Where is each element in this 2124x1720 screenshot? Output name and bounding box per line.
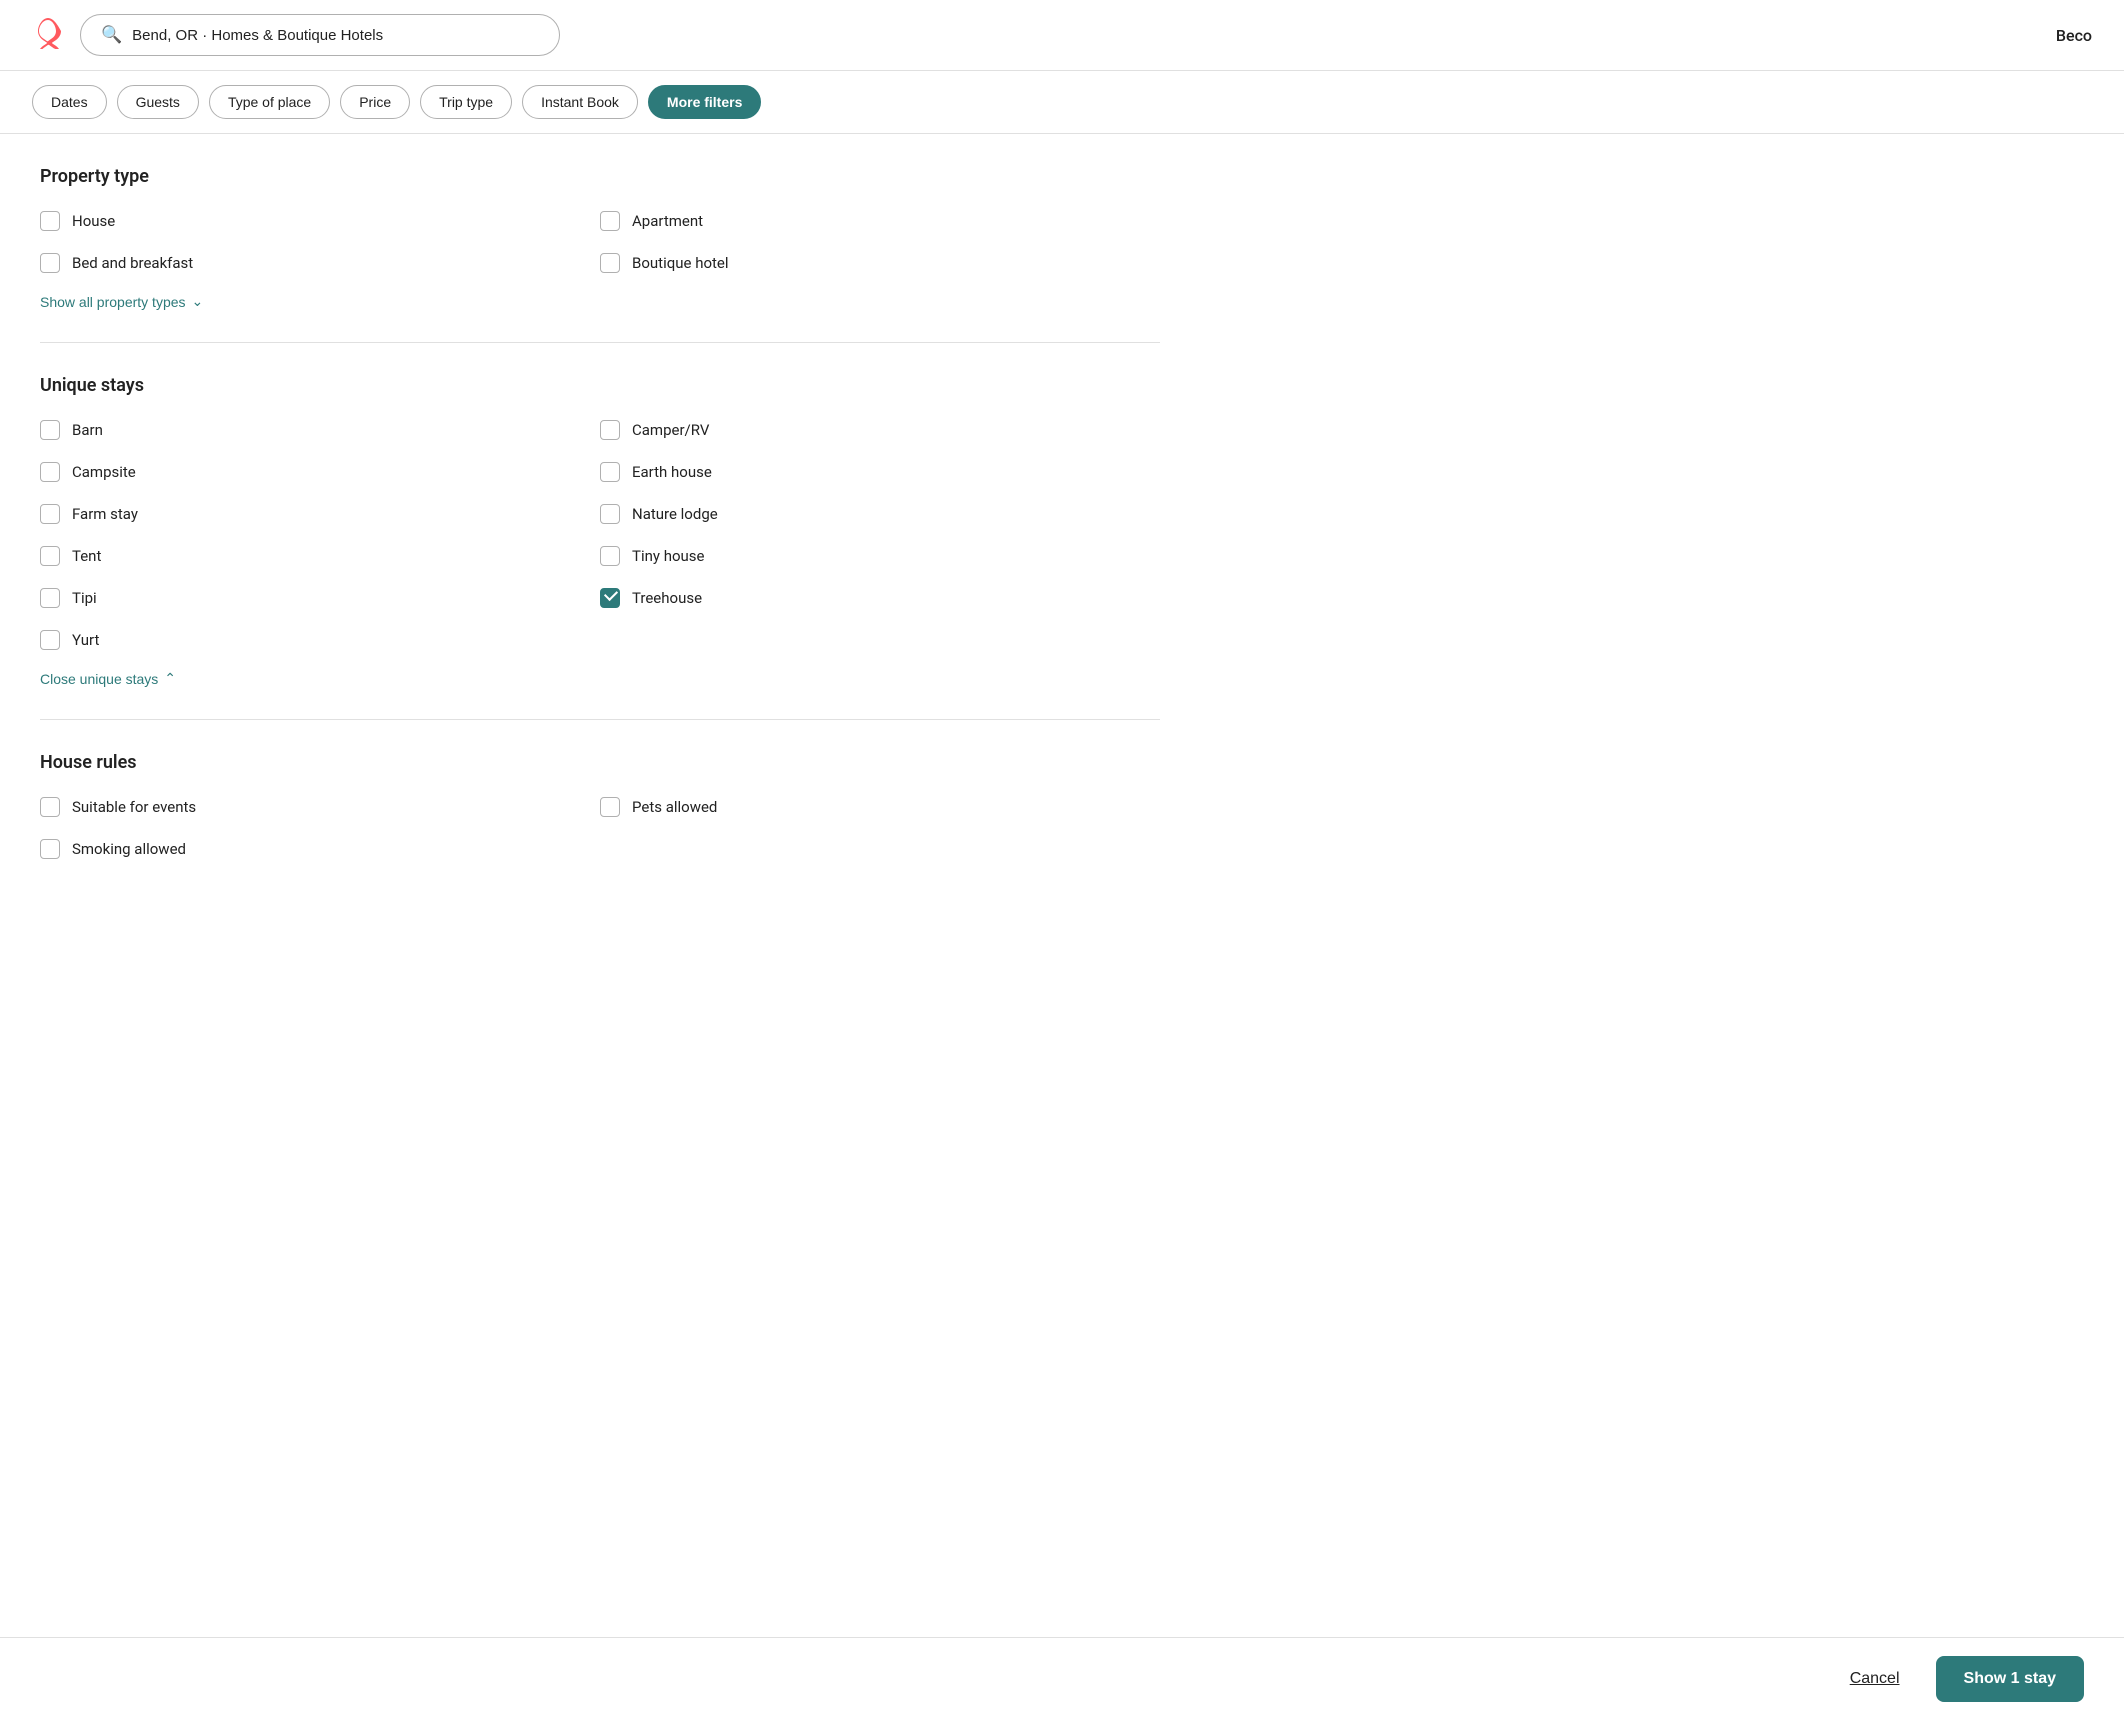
checkbox-label-treehouse[interactable]: Treehouse <box>632 589 702 607</box>
chevron-down-icon: ⌄ <box>192 293 204 310</box>
property-type-title: Property type <box>40 166 1160 187</box>
checkbox-item-farm-stay[interactable]: Farm stay <box>40 500 600 528</box>
checkbox-label-camper-rv[interactable]: Camper/RV <box>632 421 709 439</box>
checkbox-item-yurt[interactable]: Yurt <box>40 626 600 654</box>
checkbox-treehouse[interactable] <box>600 588 620 608</box>
checkbox-item-bed-and-breakfast[interactable]: Bed and breakfast <box>40 249 600 277</box>
house-rules-title: House rules <box>40 752 1160 773</box>
checkbox-apartment[interactable] <box>600 211 620 231</box>
header: 🔍 Beco <box>0 0 2124 71</box>
user-name: Beco <box>2056 26 2092 45</box>
unique-stays-right: Camper/RV Earth house Nature lodge Tiny hou… <box>600 416 1160 654</box>
checkbox-tipi[interactable] <box>40 588 60 608</box>
checkbox-pets-allowed[interactable] <box>600 797 620 817</box>
filter-btn-trip-type[interactable]: Trip type <box>420 85 512 119</box>
cancel-button[interactable]: Cancel <box>1834 1660 1916 1698</box>
checkbox-item-tent[interactable]: Tent <box>40 542 600 570</box>
unique-stays-grid: Barn Campsite Farm stay Tent Tipi Yurt Camper… <box>40 416 1160 654</box>
show-all-property-types-label: Show all property types <box>40 294 186 310</box>
checkbox-earth-house[interactable] <box>600 462 620 482</box>
checkbox-camper-rv[interactable] <box>600 420 620 440</box>
checkbox-item-camper-rv[interactable]: Camper/RV <box>600 416 1160 444</box>
property-type-right: Apartment Boutique hotel <box>600 207 1160 277</box>
checkbox-smoking-allowed[interactable] <box>40 839 60 859</box>
house-rules-left: Suitable for events Smoking allowed <box>40 793 600 863</box>
checkbox-label-house[interactable]: House <box>72 212 115 230</box>
checkbox-item-nature-lodge[interactable]: Nature lodge <box>600 500 1160 528</box>
search-bar[interactable]: 🔍 <box>80 14 560 56</box>
property-type-left: House Bed and breakfast <box>40 207 600 277</box>
checkbox-label-campsite[interactable]: Campsite <box>72 463 136 481</box>
checkbox-campsite[interactable] <box>40 462 60 482</box>
checkbox-barn[interactable] <box>40 420 60 440</box>
checkbox-label-farm-stay[interactable]: Farm stay <box>72 505 138 523</box>
property-type-grid: House Bed and breakfast Apartment Boutique… <box>40 207 1160 277</box>
show-all-property-types-button[interactable]: Show all property types ⌄ <box>40 293 203 310</box>
checkbox-label-barn[interactable]: Barn <box>72 421 103 439</box>
checkbox-suitable-for-events[interactable] <box>40 797 60 817</box>
filter-btn-type-of-place[interactable]: Type of place <box>209 85 330 119</box>
airbnb-logo[interactable] <box>32 17 64 53</box>
checkbox-label-yurt[interactable]: Yurt <box>72 631 99 649</box>
search-input[interactable] <box>132 27 539 44</box>
filter-btn-dates[interactable]: Dates <box>32 85 107 119</box>
checkbox-item-campsite[interactable]: Campsite <box>40 458 600 486</box>
checkbox-bed-and-breakfast[interactable] <box>40 253 60 273</box>
house-rules-right: Pets allowed <box>600 793 1160 863</box>
checkbox-label-nature-lodge[interactable]: Nature lodge <box>632 505 718 523</box>
property-type-section: Property type House Bed and breakfast Apa… <box>40 166 1160 310</box>
filter-bar: Dates Guests Type of place Price Trip type In… <box>0 71 2124 134</box>
unique-stays-title: Unique stays <box>40 375 1160 396</box>
checkbox-item-boutique-hotel[interactable]: Boutique hotel <box>600 249 1160 277</box>
checkbox-label-tipi[interactable]: Tipi <box>72 589 97 607</box>
search-icon: 🔍 <box>101 25 122 45</box>
house-rules-section: House rules Suitable for events Smoking a… <box>40 752 1160 863</box>
checkbox-label-bed-and-breakfast[interactable]: Bed and breakfast <box>72 254 193 272</box>
checkbox-item-earth-house[interactable]: Earth house <box>600 458 1160 486</box>
divider-2 <box>40 719 1160 720</box>
checkbox-item-apartment[interactable]: Apartment <box>600 207 1160 235</box>
house-rules-grid: Suitable for events Smoking allowed Pets … <box>40 793 1160 863</box>
unique-stays-section: Unique stays Barn Campsite Farm stay Tent Ti… <box>40 375 1160 687</box>
filter-btn-instant-book[interactable]: Instant Book <box>522 85 638 119</box>
checkbox-item-barn[interactable]: Barn <box>40 416 600 444</box>
divider-1 <box>40 342 1160 343</box>
filter-btn-price[interactable]: Price <box>340 85 410 119</box>
chevron-up-icon: ⌃ <box>164 670 176 687</box>
checkbox-label-boutique-hotel[interactable]: Boutique hotel <box>632 254 729 272</box>
checkbox-label-smoking-allowed[interactable]: Smoking allowed <box>72 840 186 858</box>
main-content: Property type House Bed and breakfast Apa… <box>0 134 1200 953</box>
checkbox-item-tiny-house[interactable]: Tiny house <box>600 542 1160 570</box>
checkbox-item-suitable-for-events[interactable]: Suitable for events <box>40 793 600 821</box>
checkbox-nature-lodge[interactable] <box>600 504 620 524</box>
checkbox-label-pets-allowed[interactable]: Pets allowed <box>632 798 717 816</box>
close-unique-stays-label: Close unique stays <box>40 671 158 687</box>
checkbox-label-tiny-house[interactable]: Tiny house <box>632 547 704 565</box>
checkbox-label-apartment[interactable]: Apartment <box>632 212 703 230</box>
checkbox-yurt[interactable] <box>40 630 60 650</box>
checkbox-house[interactable] <box>40 211 60 231</box>
close-unique-stays-button[interactable]: Close unique stays ⌃ <box>40 670 176 687</box>
checkbox-label-earth-house[interactable]: Earth house <box>632 463 712 481</box>
show-stays-button[interactable]: Show 1 stay <box>1936 1656 2084 1702</box>
checkbox-farm-stay[interactable] <box>40 504 60 524</box>
checkbox-label-suitable-for-events[interactable]: Suitable for events <box>72 798 196 816</box>
footer: Cancel Show 1 stay <box>0 1637 2124 1720</box>
checkbox-item-tipi[interactable]: Tipi <box>40 584 600 612</box>
checkbox-boutique-hotel[interactable] <box>600 253 620 273</box>
unique-stays-left: Barn Campsite Farm stay Tent Tipi Yurt <box>40 416 600 654</box>
checkbox-tiny-house[interactable] <box>600 546 620 566</box>
checkbox-item-house[interactable]: House <box>40 207 600 235</box>
filter-btn-guests[interactable]: Guests <box>117 85 199 119</box>
checkbox-label-tent[interactable]: Tent <box>72 547 101 565</box>
checkbox-item-treehouse[interactable]: Treehouse <box>600 584 1160 612</box>
filter-btn-more-filters[interactable]: More filters <box>648 85 761 119</box>
checkbox-item-pets-allowed[interactable]: Pets allowed <box>600 793 1160 821</box>
checkbox-tent[interactable] <box>40 546 60 566</box>
checkbox-item-smoking-allowed[interactable]: Smoking allowed <box>40 835 600 863</box>
